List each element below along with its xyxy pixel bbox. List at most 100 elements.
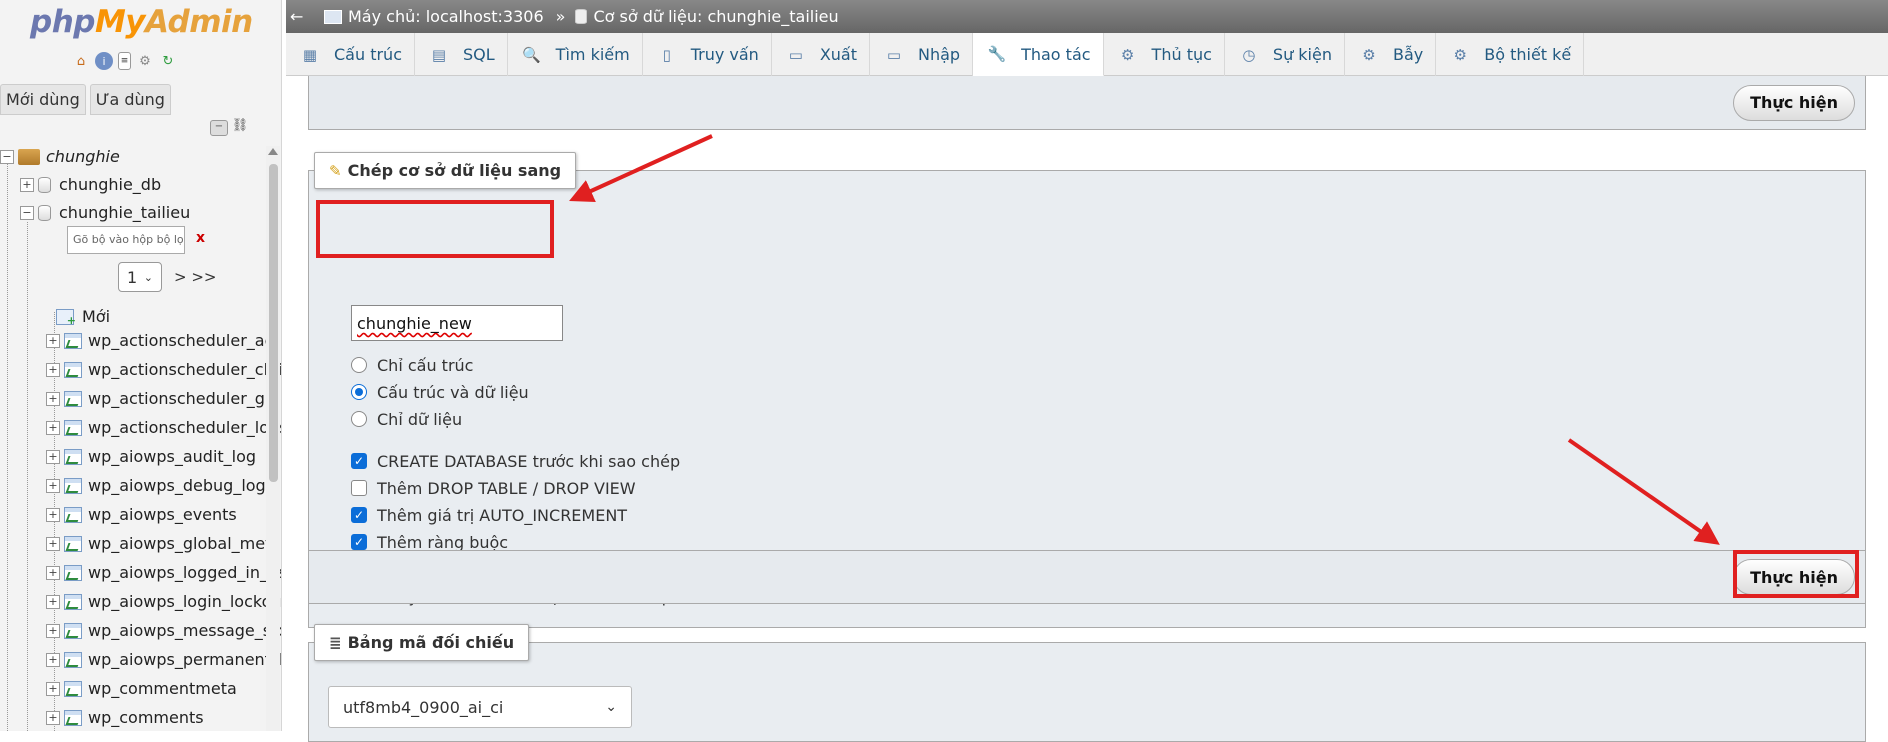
expand-icon[interactable]: + (46, 681, 60, 696)
checkbox[interactable]: ✓ (351, 507, 367, 523)
expand-icon[interactable]: + (46, 652, 60, 667)
tab-tìm-kiếm[interactable]: 🔍 Tìm kiếm (508, 33, 643, 76)
table-label[interactable]: wp_aiowps_global_meta (88, 534, 281, 553)
refresh-icon[interactable]: ↻ (159, 52, 177, 70)
page-next-link[interactable]: > >> (174, 268, 216, 286)
expand-icon[interactable]: + (46, 478, 60, 493)
expand-icon[interactable]: + (46, 565, 60, 580)
scroll-thumb[interactable] (269, 164, 278, 482)
copy-option-checkbox-row[interactable]: ✓ CREATE DATABASE trước khi sao chép (351, 449, 680, 473)
clear-filter-button[interactable]: x (196, 230, 205, 246)
expand-icon[interactable]: + (46, 449, 60, 464)
back-arrow-icon[interactable]: ← (290, 7, 310, 26)
tree-controls: − ⛓ (210, 119, 249, 136)
page-select[interactable]: 1 ⌄ (118, 262, 162, 292)
tree-table[interactable]: + wp_aiowps_audit_log (46, 442, 281, 471)
home-icon[interactable]: ⌂ (72, 52, 90, 70)
tab-bẫy[interactable]: ⚙ Bẫy (1345, 33, 1437, 76)
table-label[interactable]: wp_aiowps_logged_in_users (88, 563, 281, 582)
tree-table[interactable]: + wp_aiowps_logged_in_users (46, 558, 281, 587)
expand-icon[interactable]: + (46, 333, 60, 348)
nav-tab-favorites[interactable]: Ưa dùng (89, 84, 171, 115)
breadcrumb-database[interactable]: Cơ sở dữ liệu: chunghie_tailieu (593, 7, 838, 26)
expand-icon[interactable]: + (46, 536, 60, 551)
tree-table[interactable]: + wp_aiowps_login_lockout (46, 587, 281, 616)
tree-database-active[interactable]: − chunghie_tailieu (20, 198, 281, 227)
tab-nhập[interactable]: ▭ Nhập (870, 33, 974, 76)
expand-icon[interactable]: + (46, 594, 60, 609)
logo-my-text: My (94, 4, 146, 40)
collapse-icon[interactable]: − (0, 149, 14, 164)
tree-table[interactable]: + wp_commentmeta (46, 674, 281, 703)
tree-table[interactable]: + wp_aiowps_message_store (46, 616, 281, 645)
expand-icon[interactable]: + (46, 623, 60, 638)
tab-sql[interactable]: ▤ SQL (415, 33, 508, 76)
radio-button[interactable] (351, 411, 367, 427)
tree-table[interactable]: + wp_actionscheduler_groups (46, 384, 281, 413)
expand-icon[interactable]: + (46, 507, 60, 522)
tree-database[interactable]: + chunghie_db (20, 170, 281, 199)
database-label[interactable]: chunghie_tailieu (59, 203, 190, 222)
tab-thủ-tục[interactable]: ⚙ Thủ tục (1104, 33, 1225, 76)
checkbox[interactable] (351, 480, 367, 496)
table-label[interactable]: wp_actionscheduler_claims (88, 360, 281, 379)
table-label[interactable]: wp_aiowps_debug_log (88, 476, 266, 495)
info-icon[interactable]: i (95, 52, 113, 70)
table-label[interactable]: wp_comments (88, 708, 204, 727)
settings-icon[interactable]: ⚙ (136, 52, 154, 70)
go-button-top[interactable]: Thực hiện (1733, 84, 1855, 121)
nav-tab-recent[interactable]: Mới dùng (0, 84, 86, 115)
expand-icon[interactable]: + (46, 391, 60, 406)
tree-table[interactable]: + wp_aiowps_events (46, 500, 281, 529)
tree-server[interactable]: − chunghie (0, 142, 264, 171)
new-table-label[interactable]: Mới (82, 307, 110, 326)
checkbox[interactable]: ✓ (351, 453, 367, 469)
tab-thao-tác[interactable]: 🔧 Thao tác (973, 33, 1104, 76)
table-label[interactable]: wp_commentmeta (88, 679, 237, 698)
new-database-name-input[interactable]: chunghie_new (351, 305, 563, 341)
tab-truy-vấn[interactable]: ▯ Truy vấn (643, 33, 772, 76)
tree-table[interactable]: + wp_aiowps_global_meta (46, 529, 281, 558)
collapse-all-icon[interactable]: − (210, 120, 228, 136)
breadcrumb-server[interactable]: Máy chủ: localhost:3306 (348, 7, 544, 26)
scroll-up-arrow[interactable] (268, 148, 278, 155)
link-icon[interactable]: ⛓ (231, 119, 249, 136)
tree-table[interactable]: + wp_actionscheduler_actions (46, 326, 281, 355)
table-label[interactable]: wp_aiowps_message_store (88, 621, 281, 640)
copy-mode-option[interactable]: Cấu trúc và dữ liệu (351, 380, 529, 404)
table-label[interactable]: wp_aiowps_login_lockout (88, 592, 281, 611)
tree-table[interactable]: + wp_aiowps_permanent_block (46, 645, 281, 674)
tree-table[interactable]: + wp_comments (46, 703, 281, 731)
tab-cấu-trúc[interactable]: ▦ Cấu trúc (286, 33, 415, 76)
collapse-icon[interactable]: − (20, 205, 34, 220)
table-filter-input[interactable]: Gõ bộ vào hộp bộ lọc (67, 226, 185, 254)
nav-scrollbar[interactable] (266, 146, 280, 731)
collation-select[interactable]: utf8mb4_0900_ai_ci ⌄ (328, 686, 632, 728)
table-label[interactable]: wp_actionscheduler_groups (88, 389, 281, 408)
copy-mode-option[interactable]: Chỉ cấu trúc (351, 353, 473, 377)
checkbox[interactable]: ✓ (351, 534, 367, 550)
expand-icon[interactable]: + (46, 710, 60, 725)
table-label[interactable]: wp_aiowps_events (88, 505, 237, 524)
docs-icon[interactable]: ≡ (118, 52, 131, 70)
table-label[interactable]: wp_aiowps_audit_log (88, 447, 256, 466)
tab-sự-kiện[interactable]: ◷ Sự kiện (1225, 33, 1345, 76)
radio-button[interactable] (351, 384, 367, 400)
copy-option-checkbox-row[interactable]: ✓ Thêm giá trị AUTO_INCREMENT (351, 503, 627, 527)
tree-table[interactable]: + wp_actionscheduler_logs (46, 413, 281, 442)
tab-xuất[interactable]: ▭ Xuất (772, 33, 870, 76)
tree-table[interactable]: + wp_aiowps_debug_log (46, 471, 281, 500)
expand-icon[interactable]: + (46, 420, 60, 435)
tab-bộ-thiết-kế[interactable]: ⚙ Bộ thiết kế (1436, 33, 1585, 76)
table-label[interactable]: wp_actionscheduler_actions (88, 331, 281, 350)
expand-icon[interactable]: + (46, 362, 60, 377)
expand-icon[interactable]: + (20, 177, 34, 192)
copy-option-checkbox-row[interactable]: Thêm DROP TABLE / DROP VIEW (351, 476, 636, 500)
table-label[interactable]: wp_aiowps_permanent_block (88, 650, 281, 669)
database-label[interactable]: chunghie_db (59, 175, 161, 194)
radio-button[interactable] (351, 357, 367, 373)
tree-table[interactable]: + wp_actionscheduler_claims (46, 355, 281, 384)
phpmyadmin-logo[interactable]: phpMyAdmin (30, 4, 253, 40)
copy-mode-option[interactable]: Chỉ dữ liệu (351, 407, 462, 431)
table-label[interactable]: wp_actionscheduler_logs (88, 418, 281, 437)
